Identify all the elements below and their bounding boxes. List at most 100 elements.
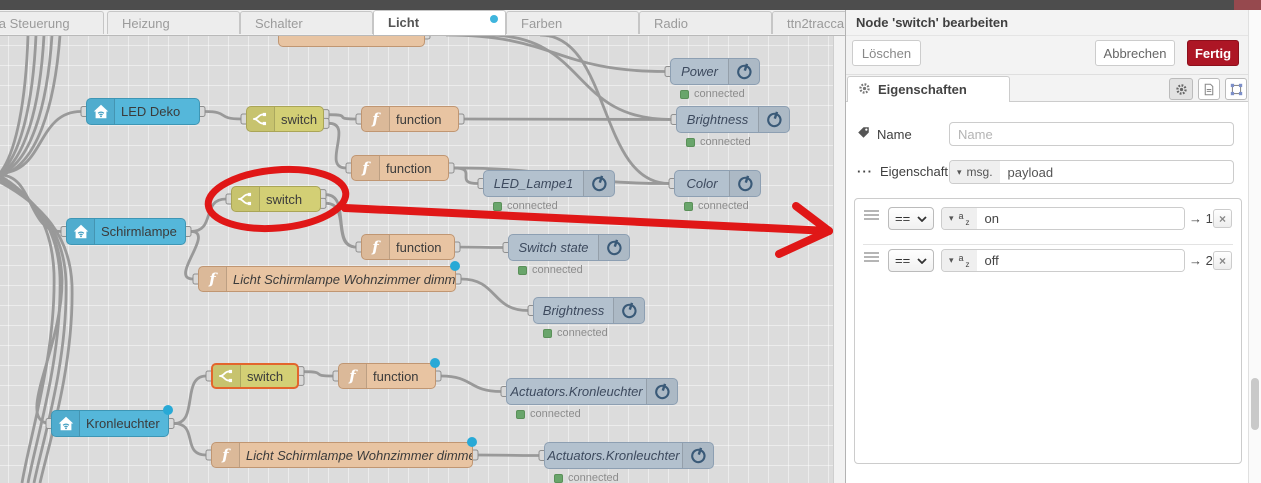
tab-heizung[interactable]: Heizung xyxy=(107,11,240,34)
status-dot-icon xyxy=(543,329,552,338)
appearance-icon-button[interactable] xyxy=(1225,78,1247,100)
type-select-button[interactable]: ▾ az xyxy=(942,208,977,229)
node-label: function xyxy=(390,235,454,259)
wire[interactable] xyxy=(454,168,478,184)
node-switch-3[interactable]: switch xyxy=(211,363,299,389)
node-brightness-1[interactable]: Brightness xyxy=(676,106,790,133)
power-icon xyxy=(729,171,760,196)
rule-value-field[interactable] xyxy=(977,208,1184,229)
wire[interactable] xyxy=(329,123,346,168)
done-button[interactable]: Fertig xyxy=(1187,40,1239,66)
node-led-lampe1[interactable]: LED_Lampe1 xyxy=(483,170,615,197)
wire[interactable] xyxy=(441,376,501,392)
tab-ttn2traccar[interactable]: ttn2traccar xyxy=(772,11,845,34)
wire[interactable] xyxy=(304,372,333,376)
node-dimmen-2[interactable]: fLicht Schirmlampe Wohnzimmer dimmen xyxy=(211,442,473,468)
wire[interactable] xyxy=(478,455,539,456)
tab-label: Eigenschaften xyxy=(878,82,967,97)
wire[interactable] xyxy=(174,424,206,456)
status-text: connected xyxy=(700,136,751,148)
tab-farben[interactable]: Farben xyxy=(506,11,639,34)
tab-label: Radio xyxy=(654,16,688,31)
rule-value-field[interactable] xyxy=(977,250,1184,271)
home-wifi-icon xyxy=(87,99,115,124)
node-function-3[interactable]: ffunction xyxy=(361,234,455,260)
name-input[interactable] xyxy=(949,122,1234,146)
node-actuators-kron-2[interactable]: Actuators.Kronleuchter xyxy=(544,442,714,469)
scrollbar-thumb[interactable] xyxy=(1251,378,1259,430)
delete-button[interactable]: Löschen xyxy=(852,40,921,66)
wire[interactable] xyxy=(460,247,503,248)
node-kronleuchter[interactable]: Kronleuchter xyxy=(51,410,169,437)
property-input[interactable]: ▾ msg. payload xyxy=(949,160,1234,184)
wire[interactable] xyxy=(191,199,226,232)
node-switch-state[interactable]: Switch state xyxy=(508,234,630,261)
node-function-2[interactable]: ffunction xyxy=(351,155,449,181)
node-actuators-kron-1[interactable]: Actuators.Kronleuchter xyxy=(506,378,678,405)
status-text: connected xyxy=(532,264,583,276)
properties-icon-button[interactable] xyxy=(1169,78,1193,100)
remove-rule-button[interactable]: × xyxy=(1213,209,1232,228)
tab-label: Heizung xyxy=(122,16,170,31)
node-label: function xyxy=(390,107,458,131)
tab-radio[interactable]: Radio xyxy=(639,11,772,34)
rule-operator-select[interactable]: == xyxy=(888,207,934,230)
node-switch-2[interactable]: switch xyxy=(231,186,321,212)
power-icon xyxy=(682,443,713,468)
power-icon xyxy=(613,298,644,323)
flow-canvas[interactable]: LED Deko switch ffunction ffunction LED_Lamp… xyxy=(0,35,845,483)
wire[interactable] xyxy=(487,35,671,120)
chevron-down-icon xyxy=(917,258,927,264)
remove-rule-button[interactable]: × xyxy=(1213,251,1232,270)
node-color[interactable]: Color xyxy=(674,170,761,197)
status-dot-icon xyxy=(518,266,527,275)
cancel-button[interactable]: Abbrechen xyxy=(1095,40,1175,66)
wire[interactable] xyxy=(186,232,199,280)
node-function-1[interactable]: ffunction xyxy=(361,106,459,132)
status-text: connected xyxy=(530,408,581,420)
status-text: connected xyxy=(694,88,745,100)
drag-handle-icon[interactable] xyxy=(864,252,879,262)
tab-eigenschaften[interactable]: Eigenschaften xyxy=(847,76,1010,102)
property-value[interactable]: payload xyxy=(1000,161,1062,183)
node-partial-top[interactable] xyxy=(278,35,425,47)
node-label: Brightness xyxy=(534,298,613,323)
node-dimmen-1[interactable]: fLicht Schirmlampe Wohnzimmer dimmen xyxy=(198,266,456,292)
wire[interactable] xyxy=(205,112,241,120)
rule-value-input[interactable]: ▾ az xyxy=(941,249,1185,272)
type-select-button[interactable]: ▾ az xyxy=(942,250,977,271)
node-label: Licht Schirmlampe Wohnzimmer dimmen xyxy=(227,267,455,291)
tab-licht[interactable]: Licht xyxy=(373,10,506,35)
node-label: switch xyxy=(275,107,323,131)
wire[interactable] xyxy=(329,115,356,119)
tab-label: Licht xyxy=(388,15,419,30)
power-icon xyxy=(728,59,759,84)
description-icon-button[interactable] xyxy=(1198,78,1220,100)
type-select-button[interactable]: ▾ msg. xyxy=(950,161,1000,183)
tab-schalter[interactable]: Schalter xyxy=(240,11,373,34)
wire[interactable] xyxy=(326,203,356,247)
node-led-deko[interactable]: LED Deko xyxy=(86,98,200,125)
rule-operator-select[interactable]: == xyxy=(888,249,934,272)
panel-scrollbar[interactable] xyxy=(1248,10,1261,483)
node-status: connected xyxy=(554,472,619,483)
name-label: Name xyxy=(857,126,912,142)
node-schirmlampe[interactable]: Schirmlampe xyxy=(66,218,186,245)
wire[interactable] xyxy=(174,376,206,424)
node-brightness-2[interactable]: Brightness xyxy=(533,297,645,324)
node-function-4[interactable]: ffunction xyxy=(338,363,436,389)
wire[interactable] xyxy=(446,35,665,72)
canvas-scrollbar[interactable] xyxy=(833,35,845,483)
rule-value-input[interactable]: ▾ az xyxy=(941,207,1185,230)
status-text: connected xyxy=(507,200,558,212)
tab-exa-steuerung[interactable]: exa Steuerung xyxy=(0,11,104,34)
wire[interactable] xyxy=(464,119,671,120)
wire[interactable] xyxy=(461,279,528,311)
drag-handle-icon[interactable] xyxy=(864,210,879,220)
node-switch-1[interactable]: switch xyxy=(246,106,324,132)
changed-indicator xyxy=(450,261,460,271)
node-power[interactable]: Power xyxy=(670,58,760,85)
gear-icon xyxy=(1175,83,1188,96)
deploy-button-edge[interactable] xyxy=(1234,0,1261,10)
node-status: connected xyxy=(680,88,745,100)
